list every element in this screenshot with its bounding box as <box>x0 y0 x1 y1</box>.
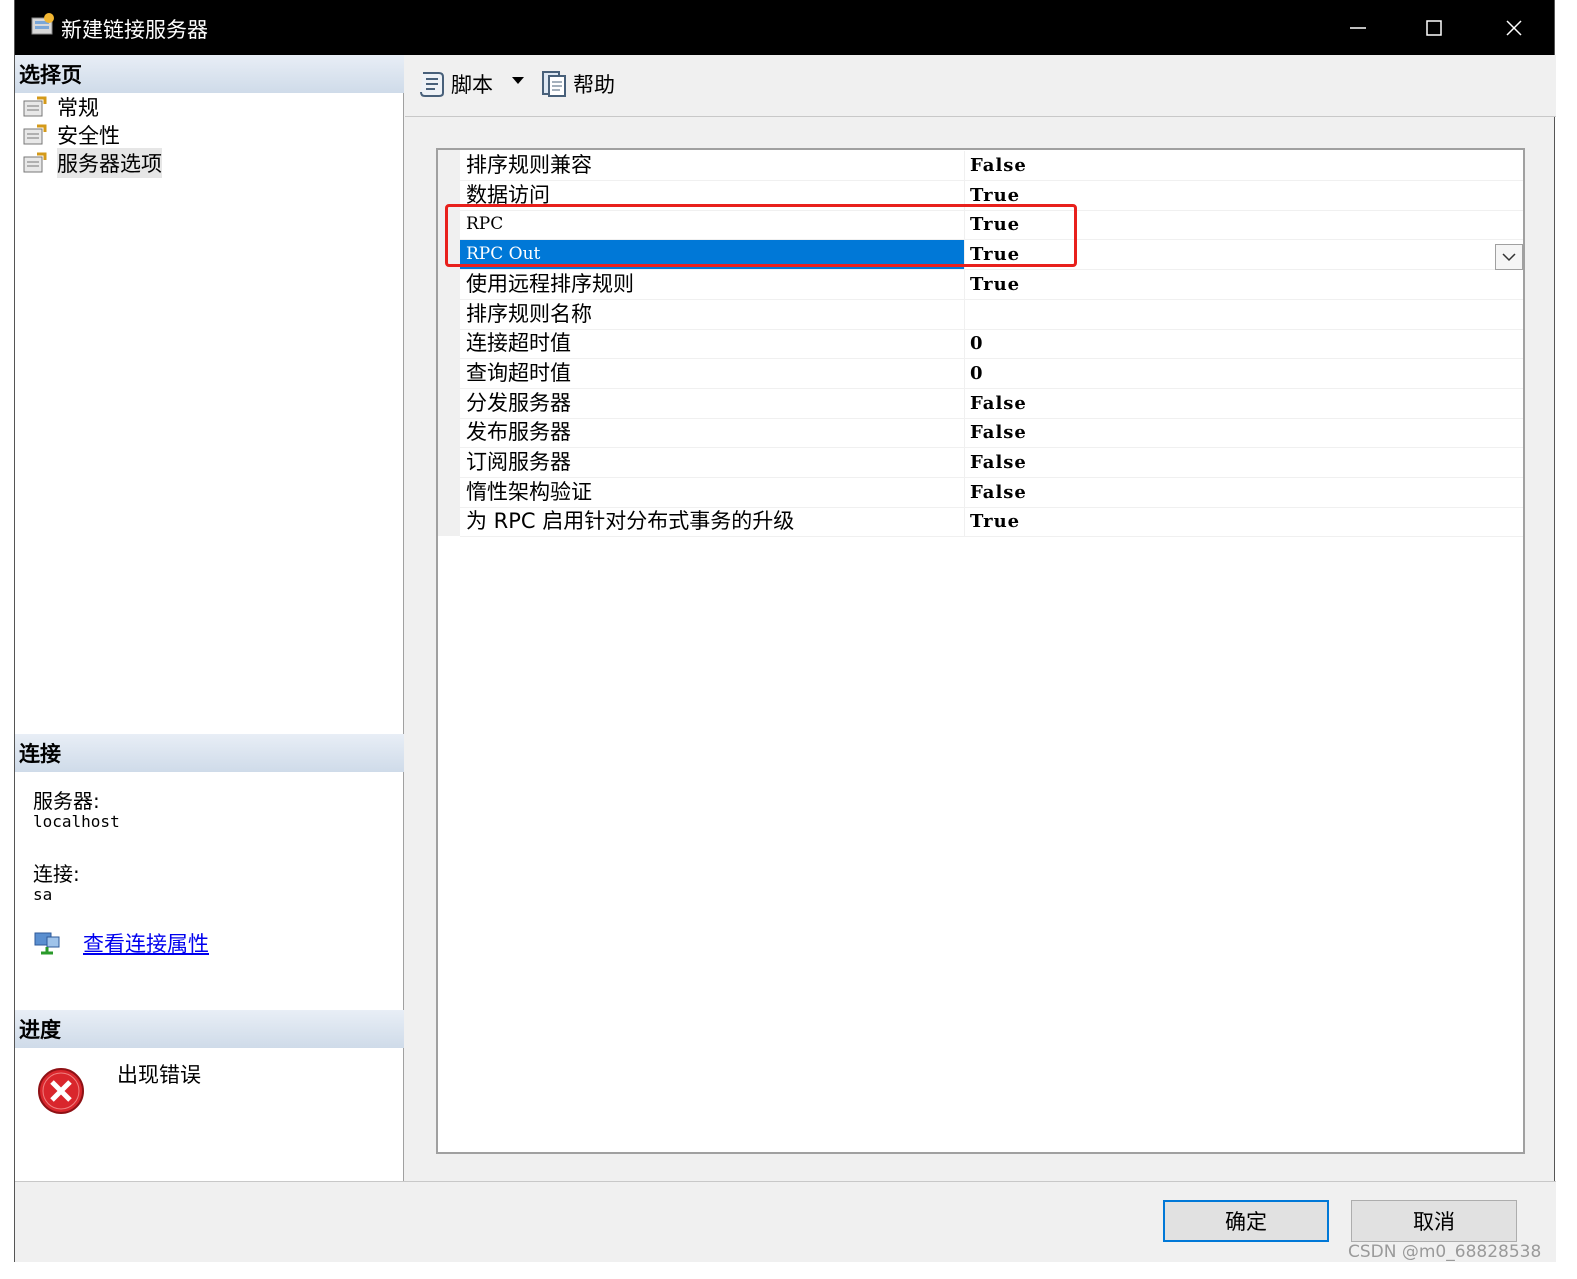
script-dropdown[interactable] <box>511 73 525 87</box>
help-icon <box>542 71 566 97</box>
connection-label: 连接: <box>33 862 80 886</box>
property-row[interactable]: 为 RPC 启用针对分布式事务的升级 True <box>460 507 1523 538</box>
property-grid: 排序规则兼容 False 数据访问 True RPC True RPC Out True 使用远… <box>436 148 1525 1154</box>
property-row[interactable]: 惰性架构验证 False <box>460 477 1523 508</box>
cancel-button[interactable]: 取消 <box>1351 1200 1517 1242</box>
connection-value: sa <box>33 885 53 904</box>
property-row[interactable]: RPC Out True <box>460 240 1523 271</box>
progress-status: 出现错误 <box>117 1063 201 1087</box>
property-value[interactable]: True <box>970 210 1020 239</box>
page-label: 安全性 <box>57 124 120 148</box>
value-dropdown-button[interactable] <box>1495 244 1523 270</box>
property-row[interactable]: 数据访问 True <box>460 180 1523 211</box>
property-name: 发布服务器 <box>460 418 965 448</box>
property-row[interactable]: 分发服务器 False <box>460 388 1523 419</box>
ok-button[interactable]: 确定 <box>1163 1200 1329 1242</box>
property-value[interactable]: 0 <box>970 329 984 358</box>
property-row[interactable]: 排序规则兼容 False <box>460 151 1523 181</box>
help-label: 帮助 <box>573 73 615 97</box>
property-value[interactable]: True <box>970 240 1020 269</box>
server-label: 服务器: <box>33 789 100 813</box>
page-icon <box>23 152 47 173</box>
bottom-bar: 确定 取消 <box>15 1181 1556 1262</box>
property-row[interactable]: 连接超时值 0 <box>460 329 1523 360</box>
property-name: 查询超时值 <box>460 358 965 388</box>
property-value[interactable]: False <box>970 478 1027 507</box>
watermark: CSDN @m0_68828538 <box>1348 1242 1542 1262</box>
left-pane: 选择页 常规 安全性 服务器选项 连接 服务器: localhost 连接: s… <box>15 55 404 1181</box>
property-row[interactable]: RPC True <box>460 210 1523 241</box>
help-button[interactable]: 帮助 <box>539 69 615 99</box>
close-button[interactable] <box>1477 0 1551 55</box>
property-row[interactable]: 查询超时值 0 <box>460 358 1523 389</box>
property-row[interactable]: 订阅服务器 False <box>460 448 1523 478</box>
script-icon <box>420 72 444 97</box>
window-title: 新建链接服务器 <box>61 18 208 42</box>
error-icon <box>38 1068 84 1114</box>
script-button[interactable]: 脚本 <box>417 69 493 99</box>
page-icon <box>23 124 47 145</box>
dialog-window: 新建链接服务器 选择页 常规 安全性 服务器选项 连接 服务器: localho… <box>14 0 1556 1262</box>
property-name: 排序规则兼容 <box>460 151 965 180</box>
page-icon <box>23 96 47 117</box>
maximize-button[interactable] <box>1397 0 1471 55</box>
script-label: 脚本 <box>451 73 493 97</box>
page-label: 服务器选项 <box>57 148 162 178</box>
title-bar: 新建链接服务器 <box>15 0 1554 55</box>
view-connection-properties-link[interactable]: 查看连接属性 <box>83 928 209 958</box>
dropdown-arrow-icon <box>512 77 524 84</box>
minimize-icon <box>1350 26 1366 29</box>
property-value[interactable]: True <box>970 507 1020 536</box>
connection-info: 连接: sa <box>33 858 80 903</box>
grid-gutter <box>438 150 460 536</box>
page-list: 常规 安全性 服务器选项 <box>21 93 162 178</box>
property-row[interactable]: 发布服务器 False <box>460 418 1523 449</box>
server-value: localhost <box>33 812 120 831</box>
property-name: RPC <box>460 210 965 240</box>
property-row[interactable]: 使用远程排序规则 True <box>460 269 1523 300</box>
property-value[interactable]: 0 <box>970 359 984 388</box>
property-value[interactable]: False <box>970 389 1027 418</box>
property-value[interactable]: True <box>970 270 1020 299</box>
chevron-down-icon <box>1502 253 1516 262</box>
page-item-server-options[interactable]: 服务器选项 <box>21 148 162 178</box>
toolbar: 脚本 帮助 <box>405 55 1556 117</box>
close-icon <box>1506 19 1522 36</box>
select-page-header: 选择页 <box>15 55 404 93</box>
minimize-button[interactable] <box>1321 0 1395 55</box>
progress-header: 进度 <box>15 1010 404 1048</box>
linked-server-app-icon <box>31 13 54 35</box>
property-name: 惰性架构验证 <box>460 477 965 507</box>
server-info: 服务器: localhost <box>33 785 120 830</box>
property-name: 使用远程排序规则 <box>460 269 965 299</box>
property-name: 分发服务器 <box>460 388 965 418</box>
property-value[interactable]: False <box>970 418 1027 447</box>
property-name: 数据访问 <box>460 180 965 210</box>
page-label: 常规 <box>57 96 99 120</box>
property-name: 为 RPC 启用针对分布式事务的升级 <box>460 507 965 537</box>
maximize-icon <box>1426 19 1442 36</box>
connection-header: 连接 <box>15 734 404 772</box>
property-name: 排序规则名称 <box>460 299 965 329</box>
property-value[interactable]: False <box>970 151 1027 180</box>
property-name: 连接超时值 <box>460 329 965 359</box>
property-name: RPC Out <box>460 240 965 270</box>
property-row[interactable]: 排序规则名称 <box>460 299 1523 330</box>
property-value[interactable]: True <box>970 181 1020 210</box>
page-item-general[interactable]: 常规 <box>21 93 162 121</box>
property-value[interactable]: False <box>970 448 1027 477</box>
view-connection-properties[interactable]: 查看连接属性 <box>33 928 209 958</box>
page-item-security[interactable]: 安全性 <box>21 121 162 149</box>
connection-properties-icon <box>34 932 60 955</box>
property-name: 订阅服务器 <box>460 448 965 477</box>
